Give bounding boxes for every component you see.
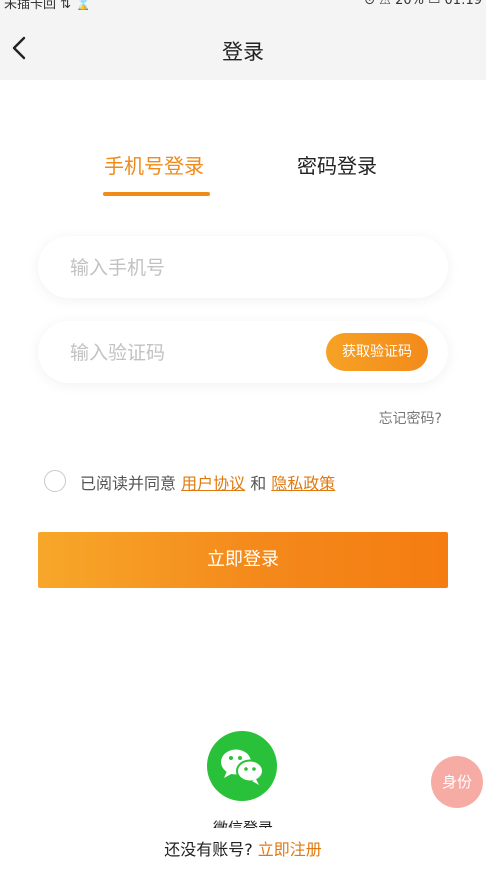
nav-bar: 登录 [0, 10, 486, 80]
register-prompt: 还没有账号? [164, 840, 253, 859]
agreement-and: 和 [245, 474, 272, 493]
tab-password-login[interactable]: 密码登录 [297, 150, 377, 179]
tab-phone-login[interactable]: 手机号登录 [104, 150, 204, 179]
privacy-policy-link[interactable]: 隐私政策 [271, 474, 335, 493]
status-left: 未插卡回 ⇅ ⌛ [4, 0, 92, 10]
wechat-icon [221, 749, 264, 785]
code-field: 获取验证码 [38, 321, 448, 385]
wechat-login-label: 微信登录 [212, 819, 273, 828]
login-button[interactable]: 立即登录 [38, 532, 448, 588]
active-tab-indicator [103, 192, 210, 196]
wechat-login-button[interactable] [207, 731, 277, 801]
status-bar: 未插卡回 ⇅ ⌛ ⊙ ⚠ 20% ▭ 01:19 [0, 0, 486, 10]
agreement-checkbox[interactable] [44, 470, 66, 492]
phone-input[interactable] [68, 236, 322, 300]
login-tabs: 手机号登录 密码登录 [0, 150, 486, 200]
get-code-button[interactable]: 获取验证码 [326, 333, 428, 371]
agreement-prefix: 已阅读并同意 [80, 474, 182, 493]
code-input[interactable] [68, 321, 322, 385]
register-link[interactable]: 立即注册 [258, 840, 322, 859]
identity-float-button[interactable]: 身份 [431, 756, 483, 808]
page-title: 登录 [222, 40, 264, 64]
status-right: ⊙ ⚠ 20% ▭ 01:19 [364, 0, 482, 8]
forgot-password-link[interactable]: 忘记密码? [379, 408, 442, 428]
register-row: 还没有账号? 立即注册 [0, 836, 486, 860]
agreement-text: 已阅读并同意 用户协议 和 隐私政策 [80, 470, 335, 494]
phone-field [38, 236, 448, 300]
user-agreement-link[interactable]: 用户协议 [181, 474, 245, 493]
